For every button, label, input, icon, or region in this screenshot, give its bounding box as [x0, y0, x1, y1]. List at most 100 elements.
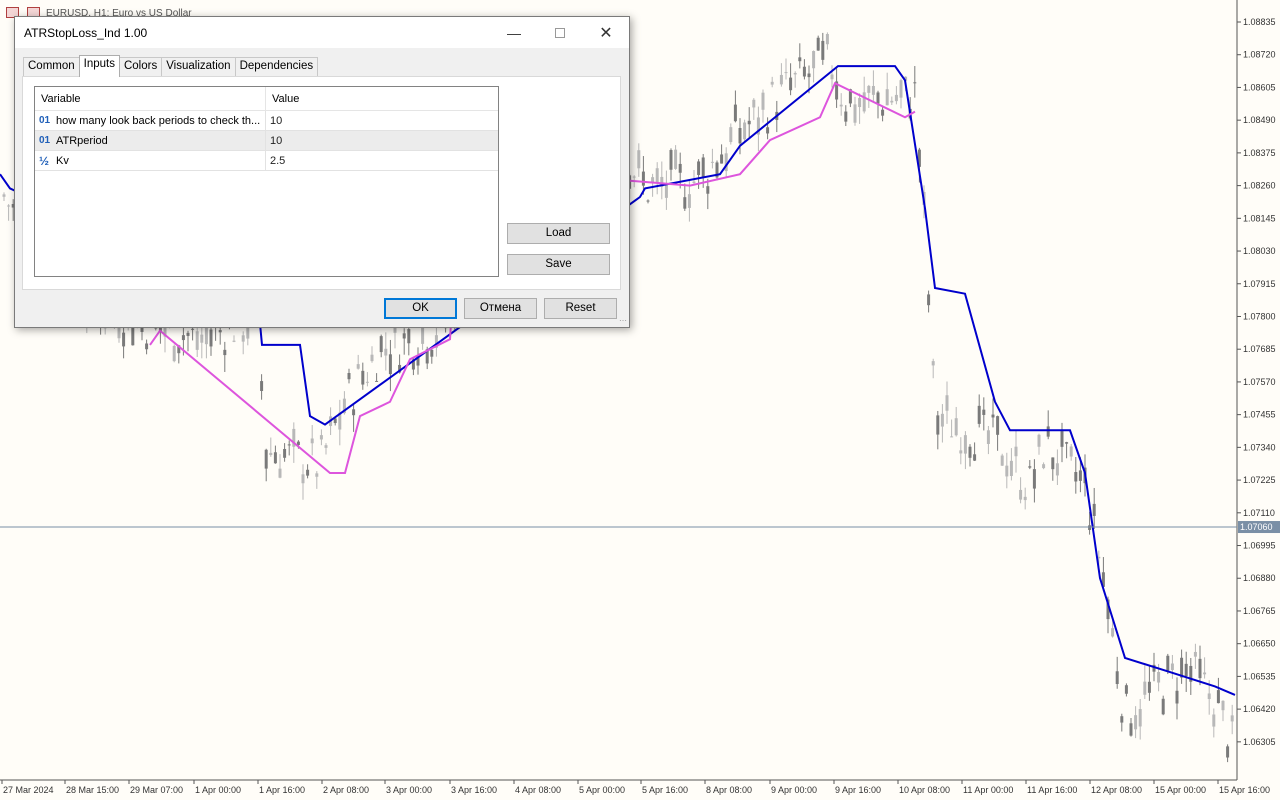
candle-body	[365, 381, 369, 383]
candle-body	[678, 163, 682, 173]
candle-body	[1051, 457, 1055, 470]
tab-inputs[interactable]: Inputs	[78, 55, 120, 77]
candle-body	[793, 72, 797, 75]
time-tick-label: 11 Apr 16:00	[1027, 785, 1077, 795]
candle-body	[1074, 472, 1078, 482]
candle-body	[770, 81, 774, 85]
candle-body	[807, 73, 811, 78]
time-tick-label: 15 Apr 00:00	[1155, 785, 1206, 795]
candle-body	[862, 92, 866, 112]
candle-body	[1161, 698, 1165, 715]
candle-body	[931, 361, 935, 366]
price-tick-label: 1.07225	[1243, 475, 1276, 485]
candle-body	[1055, 463, 1059, 476]
candle-body	[1032, 469, 1036, 489]
inputs-grid: Variable Value 01 how many look back per…	[34, 86, 499, 277]
value-cell[interactable]: 2.5	[266, 151, 285, 170]
candle-body	[1042, 464, 1046, 469]
candle-body	[232, 340, 236, 342]
candle-body	[761, 92, 765, 110]
price-tick-label: 1.07685	[1243, 344, 1276, 354]
candle-body	[669, 150, 673, 170]
candle-body	[1170, 663, 1174, 671]
candle-body	[968, 446, 972, 458]
candle-body	[324, 445, 328, 448]
variable-cell: 01 ATRperiod	[35, 131, 266, 150]
candle-body	[720, 154, 724, 164]
price-tick-label: 1.08835	[1243, 17, 1276, 27]
ok-button[interactable]: OK	[384, 298, 457, 319]
candle-body	[779, 74, 783, 85]
tab-dependencies[interactable]: Dependencies	[234, 57, 319, 77]
candle-body	[844, 111, 848, 122]
candle-body	[1028, 466, 1032, 468]
load-button[interactable]: Load	[507, 223, 610, 244]
candle-body	[145, 343, 149, 350]
tab-colors[interactable]: Colors	[118, 57, 163, 77]
candle-body	[1212, 714, 1216, 727]
candle-body	[370, 354, 374, 362]
candle-body	[876, 92, 880, 104]
candle-body	[812, 51, 816, 69]
candle-body	[945, 395, 949, 411]
variable-cell: 01 how many look back periods to check t…	[35, 111, 266, 130]
candle-body	[982, 409, 986, 415]
variable-name: ATRperiod	[56, 134, 108, 147]
candle-body	[1226, 746, 1230, 758]
price-tick-label: 1.06535	[1243, 671, 1276, 681]
candle-body	[1157, 672, 1161, 683]
candle-body	[402, 333, 406, 339]
candle-body	[1124, 685, 1128, 694]
candle-body	[729, 127, 733, 143]
time-tick-label: 9 Apr 00:00	[771, 785, 817, 795]
indicator-properties-dialog: ATRStopLoss_Ind 1.00 — ✕ Common Inputs C…	[14, 16, 630, 328]
value-cell[interactable]: 10	[266, 111, 282, 130]
price-tick-label: 1.08490	[1243, 115, 1276, 125]
candle-body	[816, 37, 820, 51]
candle-body	[839, 104, 843, 107]
time-tick-label: 11 Apr 00:00	[963, 785, 1013, 795]
candle-body	[1065, 442, 1069, 444]
inputs-panel: Variable Value 01 how many look back per…	[22, 76, 621, 290]
time-tick-label: 1 Apr 16:00	[259, 785, 305, 795]
reset-button[interactable]: Reset	[544, 298, 617, 319]
candle-body	[1005, 465, 1009, 477]
resize-grip-icon[interactable]: ⋯	[619, 316, 627, 325]
candle-body	[361, 370, 365, 385]
candle-body	[241, 335, 245, 342]
dialog-titlebar[interactable]: ATRStopLoss_Ind 1.00 — ✕	[15, 17, 629, 48]
value-cell[interactable]: 10	[266, 131, 282, 150]
candle-body	[195, 331, 199, 350]
table-row[interactable]: 01 how many look back periods to check t…	[35, 111, 498, 131]
price-tick-label: 1.07340	[1243, 442, 1276, 452]
candle-body	[260, 381, 264, 391]
candle-body	[798, 57, 802, 62]
time-tick-label: 28 Mar 15:00	[66, 785, 119, 795]
candle-body	[858, 98, 862, 108]
double-type-icon: ½	[39, 153, 50, 168]
price-tick-label: 1.06420	[1243, 704, 1276, 714]
candle-body	[1046, 426, 1050, 437]
table-row[interactable]: ½ Kv 2.5	[35, 151, 498, 171]
candle-body	[940, 413, 944, 427]
time-tick-label: 9 Apr 16:00	[835, 785, 881, 795]
candle-body	[683, 197, 687, 209]
candle-body	[641, 171, 645, 186]
close-icon[interactable]: ✕	[583, 17, 629, 48]
column-header-value[interactable]: Value	[266, 87, 305, 110]
candle-body	[269, 452, 273, 456]
tab-visualization[interactable]: Visualization	[161, 57, 236, 77]
minimize-icon[interactable]: —	[491, 17, 537, 48]
candle-body	[1092, 503, 1096, 516]
save-button[interactable]: Save	[507, 254, 610, 275]
price-tick-label: 1.07800	[1243, 311, 1276, 321]
column-header-variable[interactable]: Variable	[35, 87, 266, 110]
candle-body	[1019, 489, 1023, 500]
candle-body	[959, 450, 963, 454]
maximize-icon[interactable]	[537, 17, 583, 48]
candle-body	[209, 329, 213, 347]
cancel-button[interactable]: Отмена	[464, 298, 537, 319]
tab-common[interactable]: Common	[23, 57, 80, 77]
candle-body	[1129, 723, 1133, 736]
table-row[interactable]: 01 ATRperiod 10	[35, 131, 498, 151]
